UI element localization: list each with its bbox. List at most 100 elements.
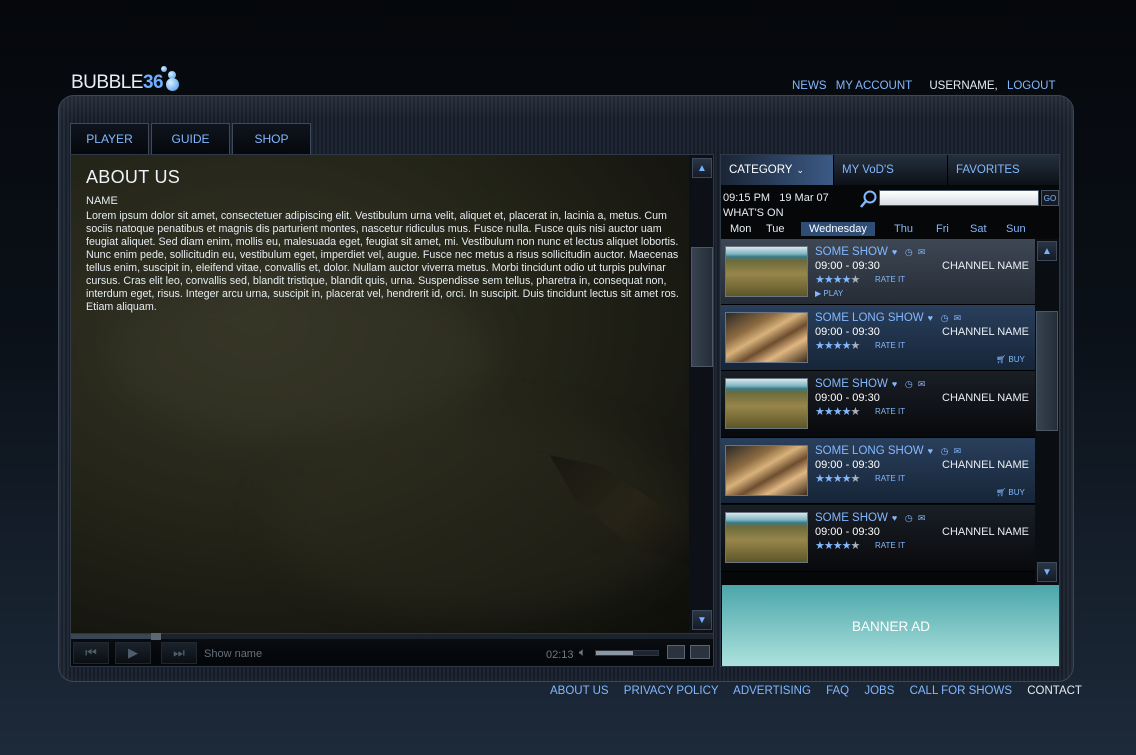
footer-link-call-for-shows[interactable]: CALL FOR SHOWS [910,685,1012,697]
list-item[interactable]: SOME SHOW ♥ ◷ ✉ 09:00 - 09:30 ★★★★★ RATE IT… [721,239,1035,305]
show-thumbnail[interactable] [725,512,808,563]
show-title[interactable]: SOME SHOW [815,246,888,258]
footer-link-contact[interactable]: CONTACT [1027,685,1082,697]
footer-link-about[interactable]: ABOUT US [550,685,609,697]
footer-link-jobs[interactable]: JOBS [864,685,894,697]
day-thu[interactable]: Thu [894,223,913,235]
mail-icon[interactable]: ✉ [918,379,927,389]
heart-icon[interactable]: ♥ [928,446,937,456]
clock-icon[interactable]: ◷ [905,379,914,389]
clock-icon[interactable]: ◷ [941,446,950,456]
star-rating[interactable]: ★★★★★ [815,339,860,352]
footer-link-faq[interactable]: FAQ [826,685,849,697]
guide-sidebar: CATEGORY ⌄ MY VoD'S FAVORITES 09:15 PM 19… [720,154,1060,667]
heart-icon[interactable]: ♥ [892,379,901,389]
show-title[interactable]: SOME SHOW [815,512,888,524]
search-icon[interactable] [859,189,879,209]
day-tue[interactable]: Tue [766,223,785,235]
top-nav: NEWS MY ACCOUNT USERNAME, LOGOUT [792,80,1062,92]
normal-size-button[interactable] [667,645,685,659]
day-fri[interactable]: Fri [936,223,949,235]
show-thumbnail[interactable] [725,246,808,297]
tab-guide[interactable]: GUIDE [151,123,230,154]
list-item[interactable]: SOME LONG SHOW ♥ ◷ ✉ 09:00 - 09:30 ★★★★★ RA… [721,305,1035,371]
skip-back-icon: ⏮ [85,645,97,660]
show-title[interactable]: SOME LONG SHOW [815,312,924,324]
show-time: 09:00 - 09:30 [815,392,880,404]
fullscreen-button[interactable] [690,645,710,659]
skip-forward-icon: ⏭ [173,645,185,660]
mail-icon[interactable]: ✉ [954,313,963,323]
previous-button[interactable]: ⏮ [73,642,109,664]
search-input[interactable] [879,190,1039,206]
footer-link-advertising[interactable]: ADVERTISING [733,685,811,697]
seek-bar[interactable] [71,633,713,640]
list-scroll-thumb[interactable] [1036,311,1058,431]
next-button[interactable]: ⏭ [161,642,197,664]
logout-link[interactable]: LOGOUT [1007,80,1056,92]
channel-name: CHANNEL NAME [942,526,1029,538]
buy-link[interactable]: 🛒︎ BUY [996,488,1025,497]
star-rating[interactable]: ★★★★★ [815,273,860,286]
bubbles-logo-icon [155,66,185,96]
show-thumbnail[interactable] [725,378,808,429]
go-button[interactable]: GO [1041,190,1059,206]
mail-icon[interactable]: ✉ [954,446,963,456]
mail-icon[interactable]: ✉ [918,513,927,523]
main-tabs: PLAYER GUIDE SHOP [70,123,313,154]
scroll-up-button[interactable]: ▲ [692,158,712,178]
scroll-down-button[interactable]: ▼ [692,610,712,630]
star-rating[interactable]: ★★★★★ [815,405,860,418]
play-link[interactable]: ▶ PLAY [815,289,843,298]
tab-shop[interactable]: SHOP [232,123,311,154]
day-sat[interactable]: Sat [970,223,987,235]
scroll-thumb[interactable] [691,247,713,367]
volume-icon[interactable]: 🔈︎ [579,645,586,660]
buy-link[interactable]: 🛒︎ BUY [996,355,1025,364]
heart-icon[interactable]: ♥ [892,247,901,257]
sidebar-tabs: CATEGORY ⌄ MY VoD'S FAVORITES [721,155,1059,185]
list-scroll-up-button[interactable]: ▲ [1037,241,1057,261]
rate-it-link[interactable]: RATE IT [875,541,905,550]
day-sun[interactable]: Sun [1006,223,1026,235]
content-scrollbar[interactable]: ▲ ▼ [689,155,713,633]
playback-time: 02:13 [546,649,574,661]
list-scroll-down-button[interactable]: ▼ [1037,562,1057,582]
tab-favorites[interactable]: FAVORITES [948,155,1059,185]
rate-it-link[interactable]: RATE IT [875,474,905,483]
heart-icon[interactable]: ♥ [928,313,937,323]
day-wednesday[interactable]: Wednesday [801,222,875,236]
clock-icon[interactable]: ◷ [905,247,914,257]
banner-ad[interactable]: BANNER AD [722,585,1059,666]
star-rating[interactable]: ★★★★★ [815,539,860,552]
mail-icon[interactable]: ✉ [918,247,927,257]
clock-icon[interactable]: ◷ [905,513,914,523]
list-item[interactable]: SOME SHOW ♥ ◷ ✉ 09:00 - 09:30 ★★★★★ RATE IT… [721,371,1035,438]
brand-logo[interactable]: BUBBLE36 [71,72,164,94]
list-scrollbar[interactable]: ▲ ▼ [1035,239,1059,585]
rate-it-link[interactable]: RATE IT [875,341,905,350]
news-link[interactable]: NEWS [792,80,827,92]
day-selector: Mon Tue Wednesday Thu Fri Sat Sun [721,222,1059,238]
play-button[interactable]: ▶ [115,642,151,664]
star-rating[interactable]: ★★★★★ [815,472,860,485]
seek-handle[interactable] [151,633,161,640]
list-item[interactable]: SOME LONG SHOW ♥ ◷ ✉ 09:00 - 09:30 ★★★★★ RA… [721,438,1035,504]
show-thumbnail[interactable] [725,312,808,363]
show-title[interactable]: SOME SHOW [815,378,888,390]
rate-it-link[interactable]: RATE IT [875,275,905,284]
show-title[interactable]: SOME LONG SHOW [815,445,924,457]
day-mon[interactable]: Mon [730,223,751,235]
tab-my-vods[interactable]: MY VoD'S [834,155,948,185]
volume-slider[interactable] [595,650,659,656]
channel-name: CHANNEL NAME [942,260,1029,272]
list-item[interactable]: SOME SHOW ♥ ◷ ✉ 09:00 - 09:30 ★★★★★ RATE IT… [721,505,1035,572]
my-account-link[interactable]: MY ACCOUNT [836,80,912,92]
heart-icon[interactable]: ♥ [892,513,901,523]
tab-category[interactable]: CATEGORY ⌄ [721,155,834,185]
tab-player[interactable]: PLAYER [70,123,149,154]
show-thumbnail[interactable] [725,445,808,496]
clock-icon[interactable]: ◷ [941,313,950,323]
rate-it-link[interactable]: RATE IT [875,407,905,416]
footer-link-privacy[interactable]: PRIVACY POLICY [624,685,719,697]
